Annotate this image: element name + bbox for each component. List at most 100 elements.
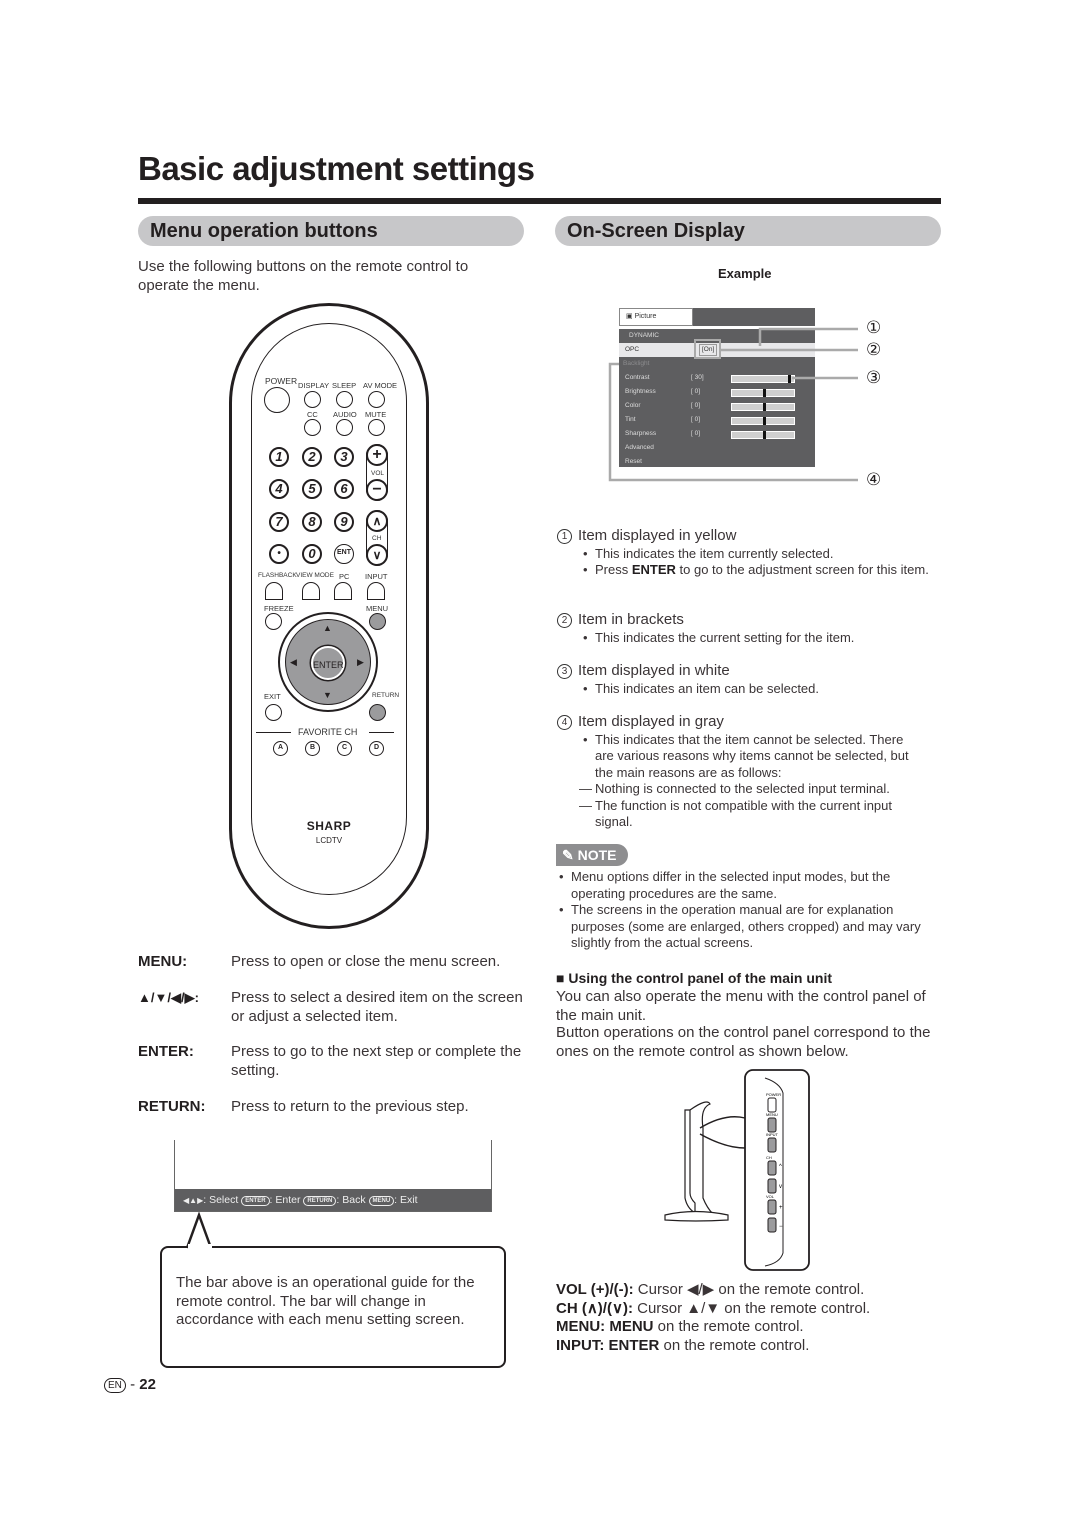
number-button-7[interactable]: 7 <box>269 512 289 532</box>
exit-button[interactable] <box>265 704 282 721</box>
sleep-label: SLEEP <box>332 381 357 390</box>
dpad-right-button[interactable]: ▶ <box>357 657 364 668</box>
callout-box: The bar above is an operational guide fo… <box>160 1246 506 1368</box>
tv-side-illustration: POWER MENU INPUT CH VOL ^ v + − <box>664 1069 810 1271</box>
item-bullet: This indicates the current setting for t… <box>579 630 942 647</box>
item-title: Item in brackets <box>578 611 684 628</box>
mapping-row: CH (∧)/(∨): Cursor ▲/▼ on the remote con… <box>556 1300 956 1319</box>
number-1-icon: 1 <box>557 529 572 544</box>
number-button-3[interactable]: 3 <box>334 447 354 467</box>
vol-down-button[interactable]: − <box>366 479 388 501</box>
square-bullet-icon: ■ <box>556 970 565 986</box>
enter-button[interactable]: ENTER <box>311 646 345 680</box>
number-button-6[interactable]: 6 <box>334 479 354 499</box>
favorite-d-button[interactable]: D <box>369 741 384 756</box>
flashback-label: FLASHBACK <box>258 572 297 579</box>
mute-label: MUTE <box>365 410 387 419</box>
cc-button[interactable] <box>304 419 321 436</box>
viewmode-button[interactable] <box>302 582 320 600</box>
ch-label: CH <box>372 535 382 542</box>
number-4-icon: 4 <box>557 715 572 730</box>
ch-up-button[interactable]: ∧ <box>366 510 388 532</box>
callout-text: The bar above is an operational guide fo… <box>176 1274 475 1328</box>
osd-leader-lines <box>608 327 858 482</box>
number-button-1[interactable]: 1 <box>269 447 289 467</box>
power-button[interactable] <box>264 387 290 413</box>
display-button[interactable] <box>304 391 321 408</box>
menu-button[interactable] <box>369 613 386 630</box>
number-button-8[interactable]: 8 <box>302 512 322 532</box>
number-button-4[interactable]: 4 <box>269 479 289 499</box>
bullet-text: Press <box>595 562 632 577</box>
note-label: NOTE <box>577 847 617 863</box>
freeze-button[interactable] <box>265 613 282 630</box>
dot-button[interactable]: • <box>269 544 289 564</box>
audio-button[interactable] <box>336 419 353 436</box>
pc-button[interactable] <box>334 582 352 600</box>
section-heading-osd: On-Screen Display <box>555 216 941 246</box>
number-2-icon: 2 <box>557 613 572 628</box>
input-button[interactable] <box>367 582 385 600</box>
number-button-9[interactable]: 9 <box>334 512 354 532</box>
return-button[interactable] <box>369 704 386 721</box>
favorite-a-button[interactable]: A <box>273 741 288 756</box>
audio-label: AUDIO <box>333 410 357 419</box>
control-panel-p2: Button operations on the control panel c… <box>556 1024 931 1060</box>
number-3-icon: 3 <box>557 664 572 679</box>
dpad-up-button[interactable]: ▲ <box>323 623 332 633</box>
item-4: 4 Item displayed in gray This indicates t… <box>557 713 942 831</box>
mute-button[interactable] <box>368 419 385 436</box>
avmode-button[interactable] <box>368 391 385 408</box>
control-panel-heading: ■ Using the control panel of the main un… <box>556 970 832 986</box>
favorite-c-button[interactable]: C <box>337 741 352 756</box>
ch-down-button[interactable]: ∨ <box>366 544 388 566</box>
input-label: INPUT <box>365 572 388 581</box>
panel-vol-plus-icon: + <box>779 1205 783 1211</box>
menu-pill: MENU <box>368 1196 395 1206</box>
mapping-text: on the remote control. <box>659 1336 810 1354</box>
mapping-key: CH (∧)/(∨): <box>556 1299 633 1317</box>
callout-number-3: ③ <box>866 368 882 387</box>
mapping-row: VOL (+)/(-): Cursor ◀/▶ on the remote co… <box>556 1281 956 1300</box>
def-value: Press to return to the previous step. <box>231 1098 469 1115</box>
mapping-key: INPUT: ENTER <box>556 1336 660 1354</box>
favorite-b-button[interactable]: B <box>305 741 320 756</box>
item-bullet: This indicates that the item cannot be s… <box>579 732 919 782</box>
number-button-5[interactable]: 5 <box>302 479 322 499</box>
item-2: 2 Item in brackets This indicates the cur… <box>557 611 942 646</box>
item-title: Item displayed in gray <box>578 713 724 730</box>
item-3: 3 Item displayed in white This indicates … <box>557 662 942 697</box>
note-list: Menu options differ in the selected inpu… <box>555 869 935 952</box>
dpad-left-button[interactable]: ◀ <box>290 657 297 668</box>
number-button-0[interactable]: 0 <box>302 544 322 564</box>
panel-label-input: INPUT <box>766 1132 779 1137</box>
def-return: RETURN: Press to return to the previous … <box>138 1098 528 1118</box>
number-button-2[interactable]: 2 <box>302 447 322 467</box>
item-title: Item displayed in yellow <box>578 527 737 544</box>
pencil-icon: ✎ <box>562 847 574 863</box>
panel-label-menu: MENU <box>766 1112 778 1117</box>
guide-exit: : Exit <box>394 1194 418 1206</box>
flashback-button[interactable] <box>265 582 283 600</box>
mapping-text: Cursor ◀/▶ on the remote control. <box>633 1281 865 1298</box>
control-mappings: VOL (+)/(-): Cursor ◀/▶ on the remote co… <box>556 1281 956 1355</box>
bullet-bold: ENTER <box>631 562 676 577</box>
guide-select: : Select <box>203 1194 239 1206</box>
model-label: LCDTV <box>315 836 343 845</box>
callout-gap <box>188 1244 212 1249</box>
control-panel-p1: You can also operate the menu with the c… <box>556 988 926 1024</box>
sleep-button[interactable] <box>336 391 353 408</box>
mapping-row: INPUT: ENTER on the remote control. <box>556 1337 956 1356</box>
menu-label: MENU <box>366 604 389 613</box>
dpad-down-button[interactable]: ▼ <box>323 690 332 700</box>
return-label: RETURN <box>372 692 400 699</box>
panel-ch-up-icon: ^ <box>779 1164 782 1170</box>
item-dash: The function is not compatible with the … <box>579 798 929 831</box>
ent-button[interactable]: ENT <box>334 544 354 564</box>
vol-label: VOL <box>371 470 385 477</box>
note-item: The screens in the operation manual are … <box>555 902 935 952</box>
mapping-text: Cursor ▲/▼ on the remote control. <box>632 1299 871 1317</box>
mapping-text: on the remote control. <box>653 1318 804 1335</box>
callout-number-4: ④ <box>866 470 882 489</box>
vol-up-button[interactable]: + <box>366 444 388 466</box>
